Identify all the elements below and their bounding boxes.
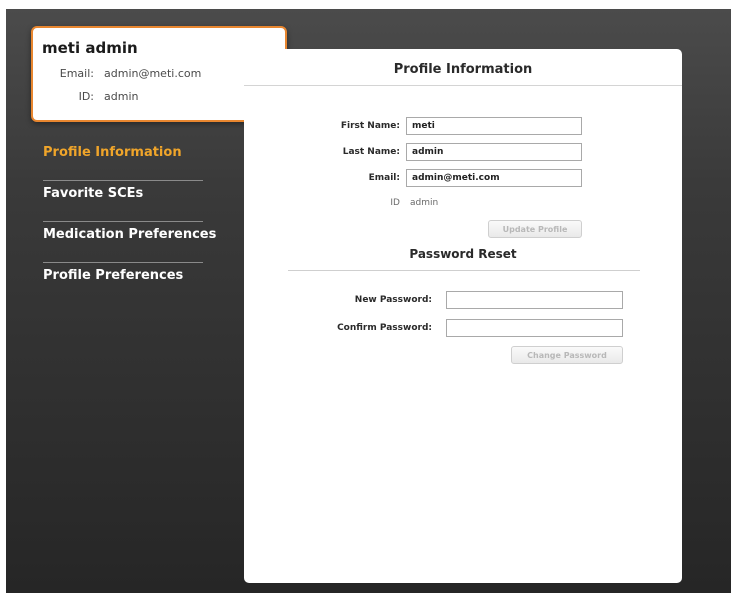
- sidebar-nav: Profile Information Favorite SCEs Medica…: [43, 140, 216, 304]
- password-divider: [288, 270, 640, 271]
- sidebar-item-profile-preferences[interactable]: Profile Preferences: [43, 263, 203, 304]
- id-label: ID: [390, 198, 400, 208]
- confirm-password-label: Confirm Password:: [337, 323, 432, 333]
- page-title: Profile Information: [393, 62, 533, 77]
- profile-panel: Profile Information First Name: Last Nam…: [244, 49, 682, 583]
- new-password-field[interactable]: [446, 291, 623, 309]
- user-id-value: admin: [104, 90, 139, 103]
- user-email-value: admin@meti.com: [104, 67, 202, 80]
- confirm-password-field[interactable]: [446, 319, 623, 337]
- first-name-field[interactable]: [406, 117, 582, 135]
- email-field[interactable]: [406, 169, 582, 187]
- user-id-row: ID: admin: [43, 90, 139, 103]
- change-password-button[interactable]: Change Password: [511, 346, 623, 364]
- new-password-label: New Password:: [354, 295, 432, 305]
- user-email-row: Email: admin@meti.com: [43, 67, 202, 80]
- user-name: meti admin: [42, 39, 138, 57]
- user-id-label: ID:: [78, 90, 94, 103]
- password-reset-title: Password Reset: [409, 247, 517, 261]
- sidebar-item-favorite-sces[interactable]: Favorite SCEs: [43, 181, 203, 222]
- last-name-label: Last Name:: [342, 147, 400, 157]
- title-divider: [244, 85, 682, 86]
- update-profile-button[interactable]: Update Profile: [488, 220, 582, 238]
- id-value: admin: [410, 198, 439, 208]
- email-label: Email:: [368, 173, 400, 183]
- sidebar-item-medication-preferences[interactable]: Medication Preferences: [43, 222, 216, 263]
- last-name-field[interactable]: [406, 143, 582, 161]
- first-name-label: First Name:: [340, 121, 400, 131]
- sidebar-item-profile-information[interactable]: Profile Information: [43, 140, 203, 181]
- user-email-label: Email:: [59, 67, 94, 80]
